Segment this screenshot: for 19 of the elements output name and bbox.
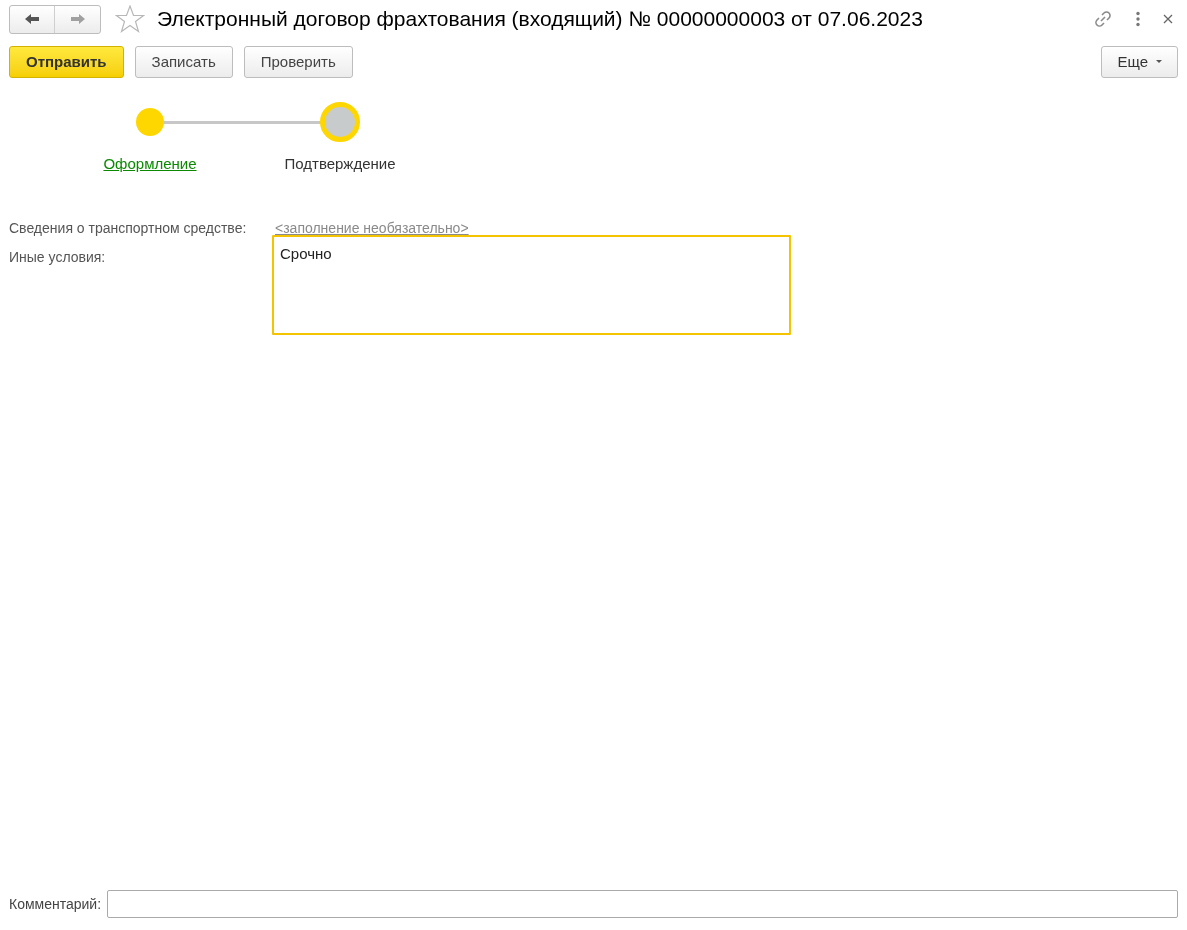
close-icon[interactable]: [1163, 14, 1173, 24]
field-label: Иные условия:: [9, 247, 107, 267]
comment-label: Комментарий:: [9, 894, 102, 914]
comment-field[interactable]: [107, 890, 1178, 918]
step-label: Подтверждение: [284, 154, 396, 174]
more-button[interactable]: Еще: [1101, 46, 1178, 78]
send-button[interactable]: Отправить: [9, 46, 124, 78]
link-icon[interactable]: [1093, 9, 1113, 29]
back-arrow-icon: [24, 13, 40, 25]
step-link[interactable]: Оформление: [103, 153, 197, 176]
forward-arrow-icon: [69, 13, 86, 25]
caret-icon: [1156, 60, 1162, 64]
more-actions-icon[interactable]: [1135, 11, 1141, 27]
toolbar-button[interactable]: Проверить: [243, 46, 353, 78]
field-label: Сведения о транспортном средстве:: [9, 218, 248, 238]
conditions-field[interactable]: Срочно: [272, 234, 791, 335]
star-icon[interactable]: [115, 5, 145, 33]
window-title: Электронный договор фрахтования (входящий) № 00000000003 от 07.06.2023: [157, 6, 923, 33]
toolbar-button[interactable]: Записать: [134, 46, 233, 78]
